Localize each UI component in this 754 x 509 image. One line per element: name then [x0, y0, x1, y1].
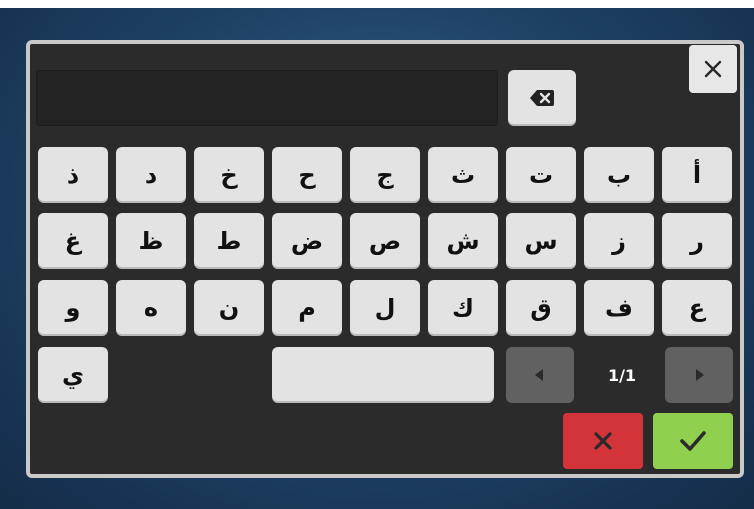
key[interactable]: ج — [350, 147, 420, 203]
key[interactable]: ي — [38, 347, 108, 403]
chevron-right-icon — [696, 369, 704, 381]
check-icon — [680, 431, 706, 451]
close-button[interactable] — [689, 45, 737, 93]
key[interactable]: ن — [194, 280, 264, 336]
key[interactable]: ح — [272, 147, 342, 203]
key[interactable]: ث — [428, 147, 498, 203]
key[interactable]: ب — [584, 147, 654, 203]
key[interactable]: ض — [272, 213, 342, 269]
text-input-field[interactable] — [36, 70, 498, 126]
key[interactable]: ق — [506, 280, 576, 336]
key[interactable]: ت — [506, 147, 576, 203]
key[interactable]: ظ — [116, 213, 186, 269]
backspace-button[interactable] — [508, 70, 576, 126]
key[interactable]: ط — [194, 213, 264, 269]
key[interactable]: خ — [194, 147, 264, 203]
key[interactable]: ذ — [38, 147, 108, 203]
key[interactable]: ش — [428, 213, 498, 269]
key[interactable]: ص — [350, 213, 420, 269]
close-icon — [704, 60, 722, 78]
top-strip — [0, 0, 754, 8]
space-button[interactable] — [272, 347, 494, 403]
key[interactable]: س — [506, 213, 576, 269]
key[interactable]: ز — [584, 213, 654, 269]
cancel-button[interactable] — [563, 413, 643, 469]
confirm-button[interactable] — [653, 413, 733, 469]
key[interactable]: ه — [116, 280, 186, 336]
key[interactable]: أ — [662, 147, 732, 203]
key[interactable]: د — [116, 147, 186, 203]
page-indicator: 1/1 — [607, 365, 637, 385]
key[interactable]: ف — [584, 280, 654, 336]
x-icon — [594, 432, 612, 450]
key[interactable]: ك — [428, 280, 498, 336]
key[interactable]: ع — [662, 280, 732, 336]
key[interactable]: ل — [350, 280, 420, 336]
prev-page-button[interactable] — [506, 347, 574, 403]
key[interactable]: غ — [38, 213, 108, 269]
key[interactable]: و — [38, 280, 108, 336]
key[interactable]: م — [272, 280, 342, 336]
chevron-left-icon — [535, 369, 543, 381]
backspace-icon — [530, 90, 554, 106]
next-page-button[interactable] — [665, 347, 733, 403]
key[interactable]: ر — [662, 213, 732, 269]
